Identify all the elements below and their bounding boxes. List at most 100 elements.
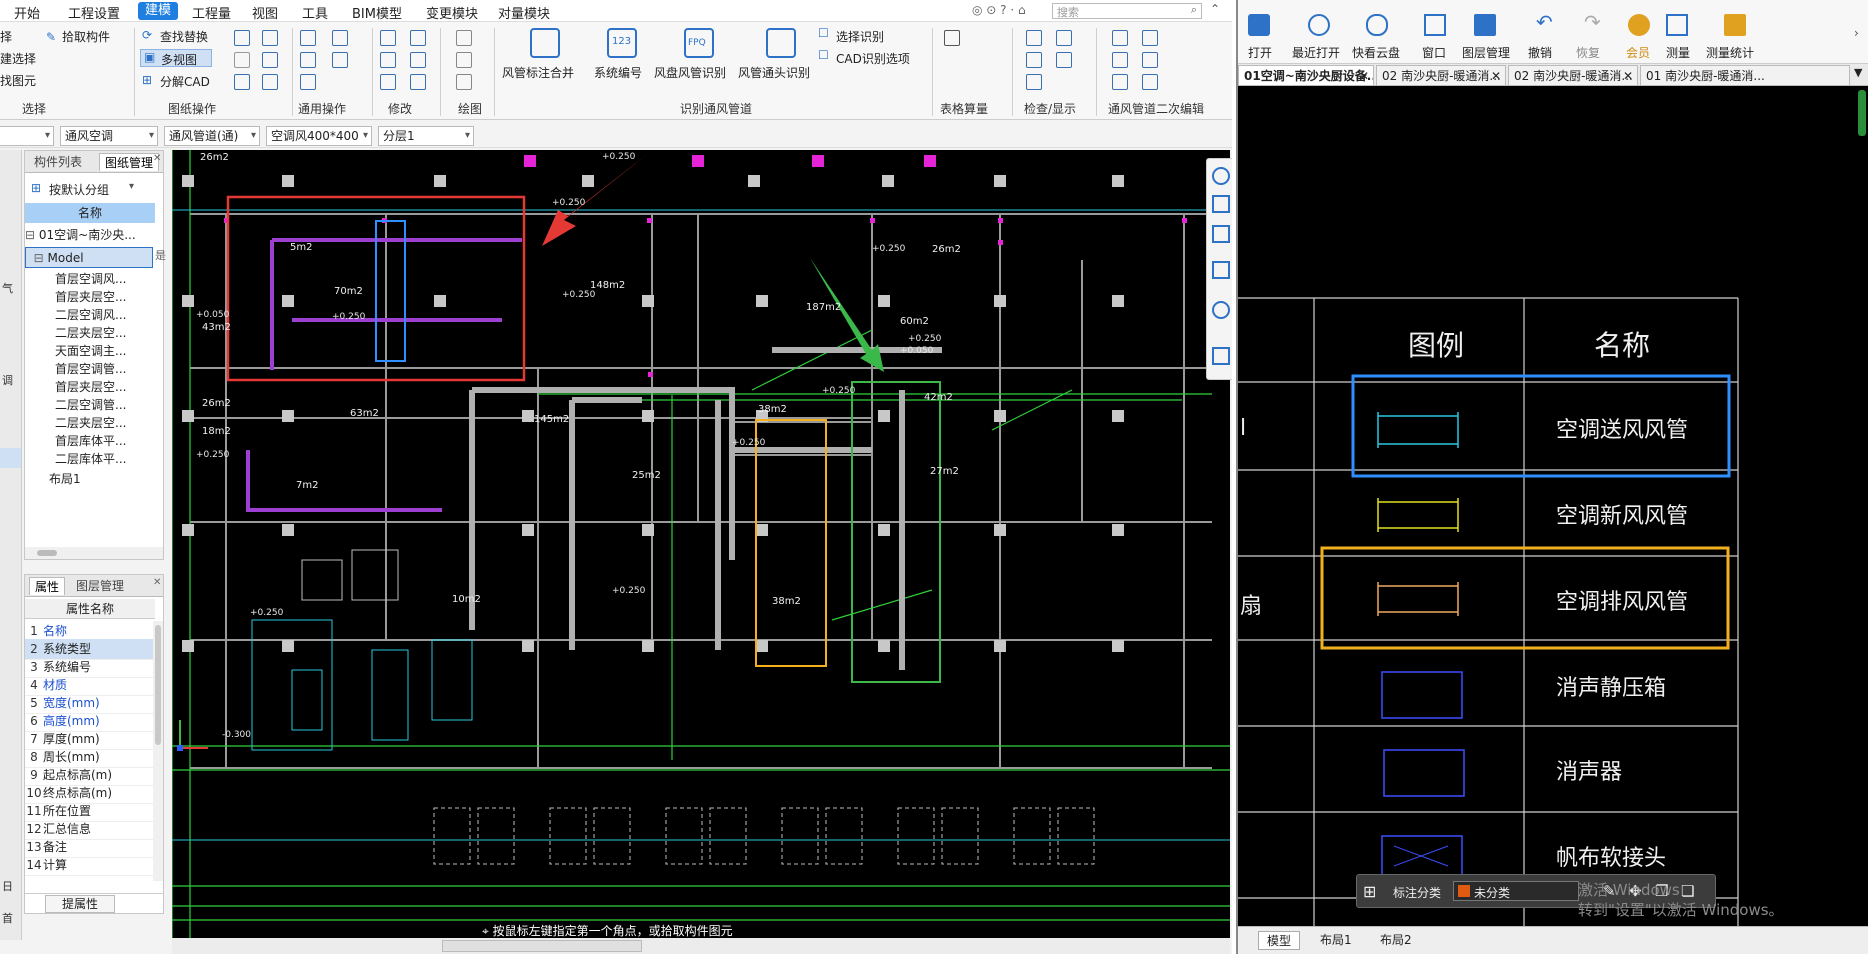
system-number-button[interactable]: 系统编号 [594, 64, 642, 81]
close-icon[interactable]: ✕ [1491, 66, 1501, 85]
menu-quantity[interactable]: 工程量 [192, 3, 231, 22]
collapse-ribbon-icon[interactable]: ⌃ [1210, 2, 1220, 16]
display-settings-icon[interactable] [1212, 347, 1230, 365]
scroll-indicator[interactable] [1858, 90, 1866, 136]
viewer-tab[interactable]: 02 南沙央厨-暖通消... ✕ [1508, 65, 1638, 86]
redo-button[interactable]: 恢复 [1576, 44, 1600, 61]
general-layer-icon[interactable] [300, 52, 316, 68]
scroll-thumb[interactable] [37, 550, 57, 556]
tab-drawing-management[interactable]: 图纸管理 [99, 153, 160, 171]
group-by-dropdown[interactable]: 按默认分组 [49, 181, 109, 198]
strip-label[interactable]: 日 [2, 878, 13, 894]
duct-fitting-identify-button[interactable]: 风管通头识别 [738, 64, 810, 81]
modify-delete-icon[interactable] [380, 74, 396, 90]
drawing-tool-icon[interactable] [234, 30, 250, 46]
view-icon[interactable] [1026, 74, 1042, 90]
close-icon[interactable]: ✕ [1359, 66, 1369, 85]
layer-management-button[interactable]: 图层管理 [1462, 44, 1510, 61]
ribbon-select-cut[interactable]: 择 [0, 28, 12, 45]
tab-layout1[interactable]: 布局1 [1320, 931, 1352, 948]
tree-model-row[interactable]: ⊟ Model [25, 247, 153, 268]
tree-layout-row[interactable]: 布局1 [25, 469, 155, 490]
measure-button[interactable]: 测量 [1666, 44, 1690, 61]
duct-edit-icon-4[interactable] [1142, 52, 1158, 68]
drawing-delete-icon[interactable] [262, 74, 278, 90]
extract-properties-button[interactable]: 提属性 [45, 895, 115, 913]
component-combo[interactable]: 空调风400*400 [266, 126, 372, 146]
rotate-icon[interactable] [1212, 301, 1230, 319]
tab-model[interactable]: 模型 [1258, 931, 1301, 950]
horizontal-scrollbar[interactable] [25, 547, 163, 559]
modify-scale-icon[interactable] [410, 52, 426, 68]
tab-layout2[interactable]: 布局2 [1380, 931, 1412, 948]
tree-item[interactable]: 二层库体平... [25, 449, 155, 470]
drawing-copy-icon[interactable] [262, 30, 278, 46]
vertical-scrollbar[interactable] [153, 621, 163, 881]
orbit-icon[interactable] [1212, 167, 1230, 185]
modify-mirror-icon[interactable] [410, 30, 426, 46]
strip-label[interactable]: 调 [2, 372, 13, 388]
help-icons[interactable]: ◎ ⊙ ? · ⌂ [972, 3, 1026, 17]
menu-change-module[interactable]: 变更模块 [426, 3, 478, 22]
viewer-tab[interactable]: 01 南沙央厨-暖通消... [1640, 65, 1850, 86]
duct-label-merge-button[interactable]: 风管标注合并 [502, 64, 574, 81]
3d-view-icon[interactable] [1212, 195, 1230, 213]
strip-label[interactable]: 首 [2, 910, 13, 926]
drawing-move-icon[interactable] [262, 52, 278, 68]
tree-file-row[interactable]: ⊟ 01空调~南沙央... [25, 225, 155, 246]
multi-view-button[interactable]: ▣ 多视图 [140, 49, 212, 67]
duct-edit-icon-5[interactable] [1112, 74, 1128, 90]
close-icon[interactable]: ✕ [153, 577, 161, 588]
cad-drawing-canvas[interactable]: 26m2 5m2 70m2 148m2 187m2 26m2 60m2 43m2 63m2 145… [172, 150, 1230, 938]
search-box[interactable]: 搜索 ⌕ [1052, 3, 1202, 19]
drawing-layer-icon[interactable] [234, 74, 250, 90]
modify-move-icon[interactable] [380, 52, 396, 68]
undo-button[interactable]: 撤销 [1528, 44, 1552, 61]
tab-properties[interactable]: 属性 [29, 577, 66, 595]
duct-edit-icon-6[interactable] [1142, 74, 1158, 90]
tab-list-icon[interactable]: ▼ [1854, 66, 1862, 79]
menu-tools[interactable]: 工具 [302, 3, 328, 22]
general-copy-icon[interactable] [300, 30, 316, 46]
close-icon[interactable]: ✕ [153, 153, 161, 164]
discipline-combo[interactable]: 通风空调 [60, 126, 158, 146]
general-cloud-icon[interactable] [300, 74, 316, 90]
table-quantity-icon[interactable] [944, 30, 960, 46]
decompose-cad-button[interactable]: 分解CAD [160, 73, 210, 90]
window-button[interactable]: 窗口 [1422, 44, 1446, 61]
open-button[interactable]: 打开 [1248, 44, 1272, 61]
draw-point-icon[interactable] [456, 52, 472, 68]
cloud-drive-button[interactable]: 快看云盘 [1352, 44, 1400, 61]
strip-selected[interactable] [0, 448, 21, 468]
search-icon[interactable]: ⌕ [1191, 3, 1197, 17]
viewer-tab[interactable]: 02 南沙央厨-暖通消... ✕ [1376, 65, 1506, 86]
viewer-canvas[interactable]: 图例 名称 空调送风风管 空调新风风管 空调排风风管 消声静压箱 消声器 帆布软接头 l … [1238, 86, 1868, 926]
select-identify-button[interactable]: 选择识别 [836, 28, 884, 45]
draw-line-icon[interactable] [456, 30, 472, 46]
layer-combo[interactable]: 分层1 [378, 126, 474, 146]
cube-view-icon[interactable] [1212, 225, 1230, 243]
ribbon-find-element[interactable]: 找图元 [0, 72, 36, 89]
filter-leftcut-combo[interactable] [0, 126, 54, 146]
more-icon[interactable]: › [1854, 26, 1859, 40]
duct-edit-icon-1[interactable] [1112, 30, 1128, 46]
drawing-line-icon[interactable] [234, 52, 250, 68]
duct-edit-icon-2[interactable] [1142, 30, 1158, 46]
tab-layer-management[interactable]: 图层管理 [71, 577, 129, 595]
check-icon[interactable] [1056, 30, 1072, 46]
hide-icon[interactable] [1056, 52, 1072, 68]
type-combo[interactable]: 通风管道(通) [164, 126, 260, 146]
recent-open-button[interactable]: 最近打开 [1292, 44, 1340, 61]
measure-stats-button[interactable]: 测量统计 [1706, 44, 1754, 61]
ribbon-batch-select[interactable]: 建选择 [0, 50, 36, 67]
chevron-down-icon[interactable]: ▾ [129, 181, 134, 192]
menu-start[interactable]: 开始 [14, 3, 40, 22]
modify-copy-icon[interactable] [380, 30, 396, 46]
fan-coil-duct-identify-button[interactable]: 风盘风管识别 [654, 64, 726, 81]
viewer-tab-active[interactable]: 01空调~南沙央厨设备... ✕ [1238, 65, 1374, 86]
box-view-icon[interactable] [1212, 261, 1230, 279]
menu-modeling[interactable]: 建模 [138, 2, 179, 20]
property-row[interactable]: 14计算 [25, 855, 155, 876]
filter-icon[interactable] [1026, 30, 1042, 46]
status-toggles[interactable] [442, 940, 642, 952]
